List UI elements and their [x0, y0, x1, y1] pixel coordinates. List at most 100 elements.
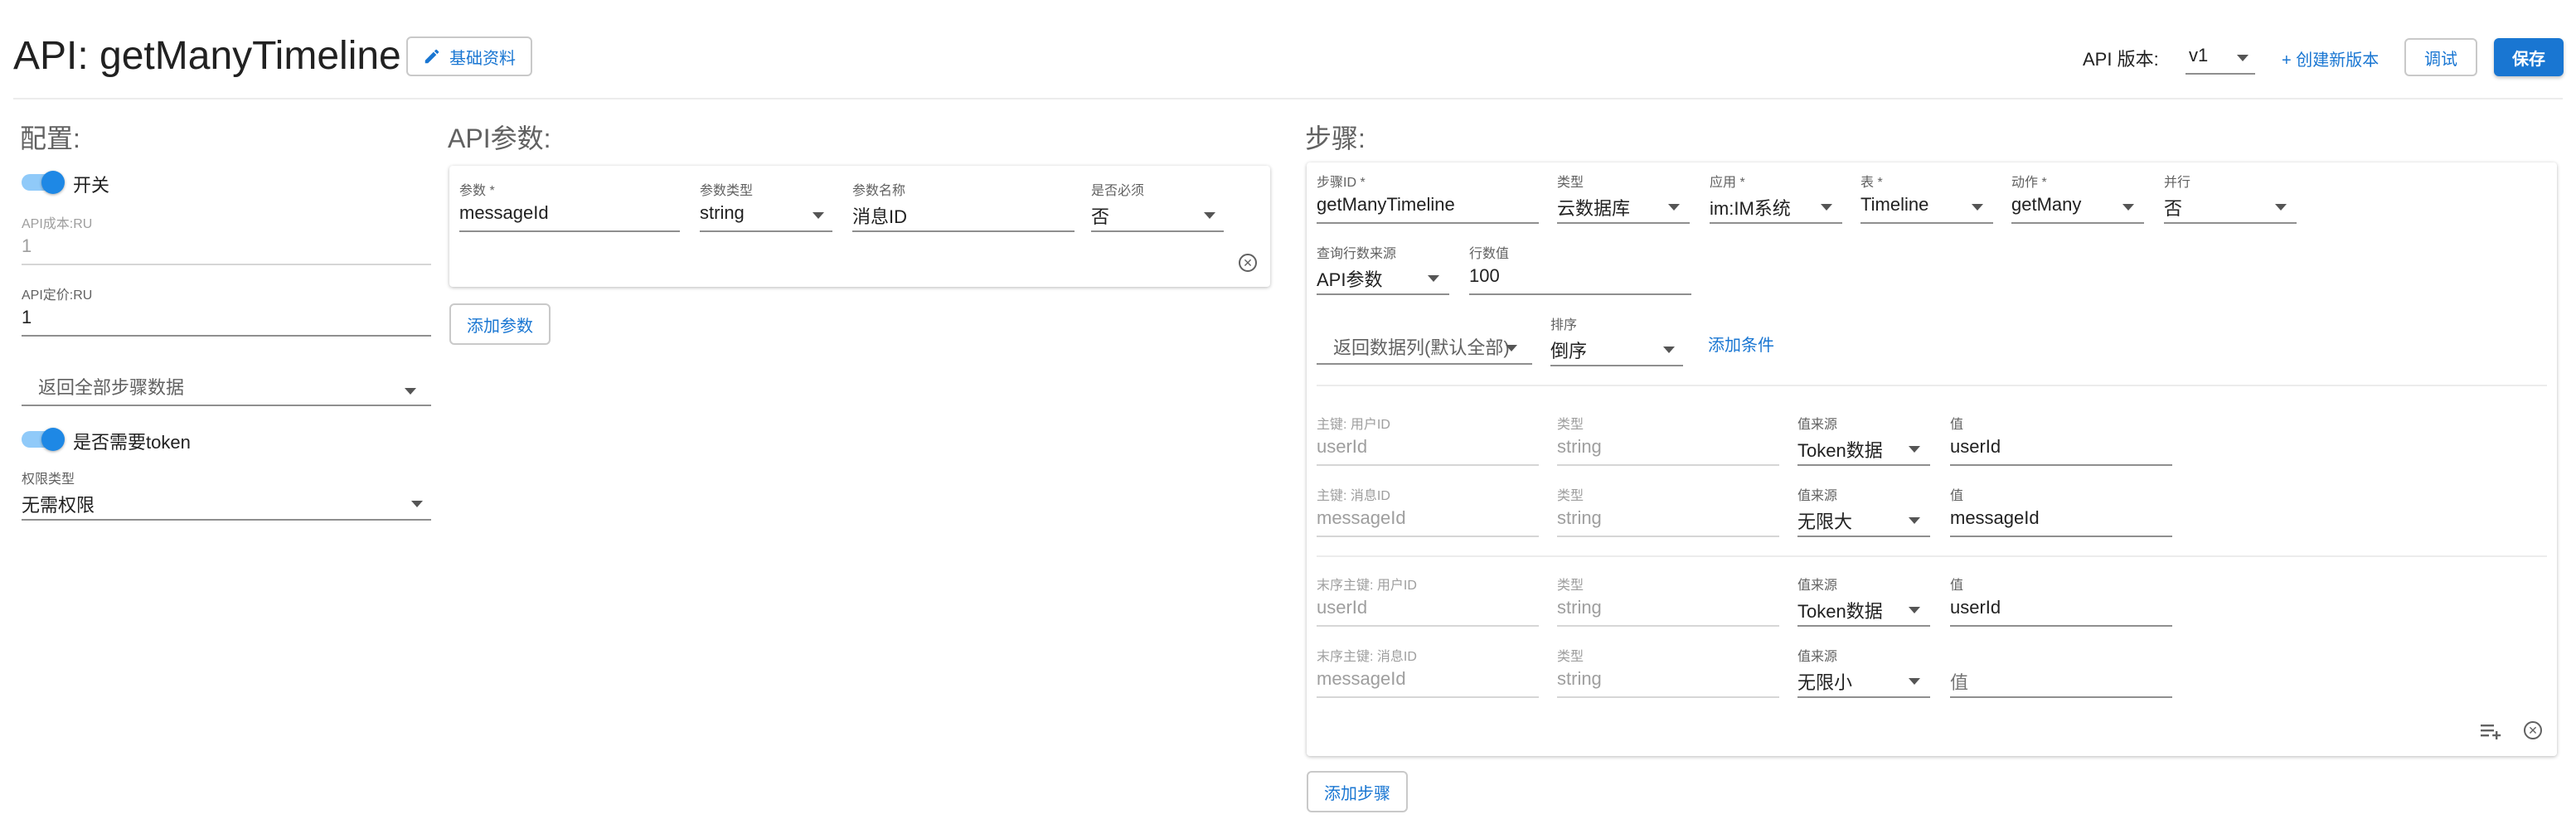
add-param-button[interactable]: 添加参数 — [449, 303, 551, 345]
key-type-value: string — [1557, 507, 1602, 528]
row-source-label: 查询行数来源 — [1317, 247, 1397, 261]
permission-caret-icon[interactable] — [411, 501, 423, 507]
key-source-caret-icon[interactable] — [1909, 517, 1920, 524]
param-type-select[interactable]: string — [700, 202, 745, 224]
create-version-link[interactable]: + 创建新版本 — [2282, 46, 2379, 70]
param-input[interactable]: messageId — [459, 202, 549, 224]
step-parallel-caret-icon[interactable] — [2275, 204, 2287, 211]
step-table-select[interactable]: Timeline — [1860, 194, 1928, 216]
step-type-caret-icon[interactable] — [1668, 204, 1680, 211]
step-type-underline — [1557, 222, 1690, 224]
key-val-underline — [1950, 536, 2172, 537]
end-key-source-select[interactable]: 无限小 — [1797, 668, 1852, 695]
param-name-underline — [852, 230, 1075, 232]
key-source-underline — [1797, 536, 1930, 537]
permission-underline — [22, 519, 431, 521]
sort-caret-icon[interactable] — [1663, 347, 1675, 353]
key-val-label: 值 — [1950, 489, 1964, 503]
end-key-type-value: string — [1557, 668, 1602, 689]
save-button[interactable]: 保存 — [2494, 38, 2564, 76]
row-count-input[interactable]: 100 — [1469, 265, 1500, 287]
basic-info-label: 基础资料 — [449, 49, 516, 68]
step-id-underline — [1317, 222, 1539, 224]
close-circle-icon[interactable]: ✕ — [1239, 254, 1257, 272]
debug-button[interactable]: 调试 — [2404, 38, 2477, 76]
key-type-value: string — [1557, 436, 1602, 457]
permission-select[interactable]: 无需权限 — [22, 491, 95, 517]
end-key-val-underline — [1950, 696, 2172, 698]
columns-select[interactable]: 返回数据列(默认全部) — [1333, 333, 1510, 360]
end-key-val-input[interactable]: userId — [1950, 597, 2001, 618]
param-name-input[interactable]: 消息ID — [852, 202, 907, 229]
end-key-type-underline — [1557, 696, 1779, 698]
end-key-val-placeholder[interactable]: 值 — [1950, 668, 1968, 695]
key-type-label: 类型 — [1557, 489, 1584, 503]
end-key-val-underline — [1950, 625, 2172, 627]
step-app-select[interactable]: im:IM系统 — [1710, 194, 1791, 221]
step-parallel-select[interactable]: 否 — [2164, 194, 2182, 221]
row-source-select[interactable]: API参数 — [1317, 265, 1382, 292]
param-required-caret-icon[interactable] — [1204, 212, 1215, 219]
step-id-input[interactable]: getManyTimeline — [1317, 194, 1455, 216]
header-divider — [13, 98, 2563, 99]
key-val-input[interactable]: messageId — [1950, 507, 2040, 529]
end-key-label: 末序主键: 消息ID — [1317, 650, 1417, 664]
step-type-select[interactable]: 云数据库 — [1557, 194, 1630, 221]
key-type-label: 类型 — [1557, 418, 1584, 432]
step-action-select[interactable]: getMany — [2011, 194, 2081, 216]
end-key-source-caret-icon[interactable] — [1909, 607, 1920, 613]
key-value: userId — [1317, 436, 1368, 457]
step-table-caret-icon[interactable] — [1972, 204, 1983, 211]
api-version-underline — [2185, 73, 2255, 75]
step-action-underline — [2011, 222, 2144, 224]
step-id-label: 步骤ID * — [1317, 176, 1366, 190]
row-source-caret-icon[interactable] — [1428, 275, 1439, 282]
end-key-source-select[interactable]: Token数据 — [1797, 597, 1883, 623]
key-val-underline — [1950, 464, 2172, 466]
key-label: 主键: 消息ID — [1317, 489, 1390, 503]
param-name-header: 参数名称 — [852, 184, 906, 198]
close-circle-icon[interactable]: ✕ — [2524, 721, 2542, 739]
key-source-select[interactable]: Token数据 — [1797, 436, 1883, 463]
row-count-label: 行数值 — [1469, 247, 1510, 261]
add-condition-link[interactable]: 添加条件 — [1708, 332, 1774, 356]
return-data-select[interactable]: 返回全部步骤数据 — [38, 373, 184, 400]
api-version-caret-icon[interactable] — [2237, 55, 2249, 61]
key-source-caret-icon[interactable] — [1909, 446, 1920, 453]
end-key-source-caret-icon[interactable] — [1909, 678, 1920, 685]
sort-select[interactable]: 倒序 — [1550, 337, 1587, 363]
key-source-select[interactable]: 无限大 — [1797, 507, 1852, 534]
playlist-add-icon[interactable] — [2479, 721, 2504, 741]
step-app-caret-icon[interactable] — [1821, 204, 1832, 211]
basic-info-button[interactable]: 基础资料 — [406, 36, 532, 76]
key-val-input[interactable]: userId — [1950, 436, 2001, 458]
columns-underline — [1317, 363, 1532, 365]
step-type-label: 类型 — [1557, 176, 1584, 190]
api-version-value[interactable]: v1 — [2189, 45, 2208, 66]
columns-caret-icon[interactable] — [1506, 345, 1517, 351]
param-header: 参数 * — [459, 184, 495, 198]
permission-label: 权限类型 — [22, 473, 75, 487]
param-type-header: 参数类型 — [700, 184, 754, 198]
api-price-underline — [22, 335, 431, 337]
end-key-val-label: 值 — [1950, 579, 1964, 593]
api-price-label: API定价:RU — [22, 288, 93, 303]
page-title: API: getManyTimeline — [13, 34, 401, 78]
end-key-underline — [1317, 625, 1539, 627]
api-price-input[interactable]: 1 — [22, 307, 32, 328]
end-key-underline — [1317, 696, 1539, 698]
key-underline — [1317, 536, 1539, 537]
return-data-caret-icon[interactable] — [405, 388, 416, 395]
token-knob — [41, 428, 65, 451]
param-type-caret-icon[interactable] — [813, 212, 824, 219]
param-type-underline — [700, 230, 832, 232]
param-required-select[interactable]: 否 — [1091, 202, 1109, 229]
config-title: 配置: — [20, 124, 80, 153]
steps-divider-2 — [1317, 555, 2547, 557]
end-key-type-label: 类型 — [1557, 650, 1584, 664]
steps-divider-1 — [1317, 385, 2547, 386]
key-val-label: 值 — [1950, 418, 1964, 432]
api-cost-label: API成本:RU — [22, 217, 93, 231]
add-step-button[interactable]: 添加步骤 — [1307, 771, 1408, 812]
step-action-caret-icon[interactable] — [2122, 204, 2134, 211]
